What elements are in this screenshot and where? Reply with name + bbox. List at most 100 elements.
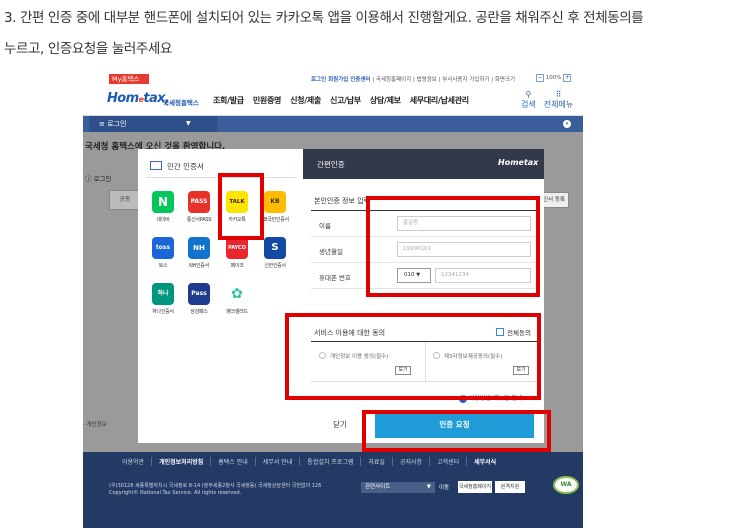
cert-panel-title: 민간 인증서 — [167, 162, 204, 171]
top-links-primary[interactable]: 로그인 회원가입 인증센터 — [311, 77, 371, 83]
shinhan-icon: S — [264, 237, 286, 259]
term-privacy[interactable]: 개인정보 이용 동의(필수) — [319, 352, 388, 360]
footer-link-hometax-guide[interactable]: 홈택스 안내 — [210, 457, 255, 466]
phone-prefix-select[interactable]: 010 ▼ — [397, 268, 431, 283]
top-links-secondary[interactable]: | 국세청홈페이지 | 법령정보 | 부서사용자 가입하기 | 화면크기 — [371, 77, 515, 83]
related-sites-label: 관련사이트 — [365, 484, 391, 490]
privacy-note: · 개인정보 — [83, 422, 107, 428]
divider — [146, 177, 296, 178]
agree-all-label: 전체동의 — [507, 329, 531, 337]
cert-app-naver[interactable]: N 네이버 — [146, 191, 180, 223]
logo-subtitle: 국세청홈택스 — [163, 99, 199, 107]
login-tab[interactable]: ≡ 로그인 ▼ — [89, 116, 217, 132]
name-row: 이름 홍길동 — [311, 211, 539, 237]
cert-app-kakaotalk[interactable]: TALK 카카오톡 — [220, 191, 254, 223]
toss-icon: toss — [152, 237, 174, 259]
phone-prefix-value: 010 — [404, 272, 415, 278]
menu-item-certificate[interactable]: 민원증명 — [253, 95, 282, 106]
logo-text-start: Hom — [107, 91, 139, 106]
footer-link-library[interactable]: 자료실 — [360, 457, 392, 466]
my-hometax-link[interactable]: My홈택스 — [109, 74, 149, 84]
main-nav: Hometax, 국세청홈택스 조회/발급 민원증명 신청/제출 신고/납부 상… — [83, 86, 583, 116]
radio-icon — [319, 352, 326, 359]
cert-app-hana[interactable]: 하나 하나인증서 — [146, 283, 180, 315]
cert-panel-header: 민간 인증서 — [150, 161, 204, 172]
name-input[interactable]: 홍길동 — [397, 216, 531, 231]
footer-link-taxoffice[interactable]: 세무서 안내 — [254, 457, 300, 466]
hana-icon: 하나 — [152, 283, 174, 305]
expand-icon[interactable]: ▾ — [563, 120, 571, 128]
go-button[interactable]: 이동 — [439, 483, 449, 491]
cert-app-payco[interactable]: PAYCO 페이코 — [220, 237, 254, 269]
menu-item-apply[interactable]: 신청/제출 — [290, 95, 321, 106]
close-button[interactable]: 닫기 — [313, 412, 367, 438]
naver-icon: N — [152, 191, 174, 213]
footer-link-terms[interactable]: 이용약관 — [115, 457, 151, 466]
payco-icon: PAYCO — [226, 237, 248, 259]
main-menu: 조회/발급 민원증명 신청/제출 신고/납부 상담/제보 세무대리/납세관리 — [213, 95, 469, 106]
cert-app-nh[interactable]: NH NH인증서 — [182, 237, 216, 269]
divider — [425, 342, 426, 382]
cert-app-label: 페이코 — [230, 263, 244, 269]
chevron-down-icon: ▼ — [416, 272, 421, 278]
footer-menu: 이용약관 개인정보처리방침 홈택스 안내 세무서 안내 통합설치 프로그램 자료… — [115, 457, 503, 466]
term-third-party-label: 제3자정보제공동의(필수) — [444, 354, 503, 360]
nh-icon: NH — [188, 237, 210, 259]
cert-app-shinhan[interactable]: S 신한인증서 — [258, 237, 292, 269]
top-links: 로그인 회원가입 인증센터 | 국세청홈페이지 | 법령정보 | 부서사용자 가… — [311, 75, 515, 83]
view-privacy-terms-button[interactable]: 보기 — [395, 366, 411, 375]
zoom-control: − 100% + — [536, 74, 572, 82]
birth-row: 생년월일 19900101 — [311, 237, 539, 263]
terms-list: 개인정보 이용 동의(필수) 보기 제3자정보제공동의(필수) 보기 — [311, 342, 539, 382]
agree-all-checkbox[interactable]: 전체동의 — [496, 327, 531, 337]
remote-support-button[interactable]: 원격지원 — [495, 481, 525, 493]
cert-app-label: 신한인증서 — [264, 263, 286, 269]
cert-app-kb[interactable]: KB KB국민인증서 — [258, 191, 292, 223]
footer: 이용약관 개인정보처리방침 홈택스 안내 세무서 안내 통합설치 프로그램 자료… — [83, 452, 583, 528]
search-button[interactable]: ⚲ 검색 — [521, 90, 536, 110]
cert-app-banksalad[interactable]: ✿ 뱅크샐러드 — [220, 283, 254, 315]
hometax-screenshot: My홈택스 로그인 회원가입 인증센터 | 국세청홈페이지 | 법령정보 | 부… — [83, 72, 583, 528]
cert-app-label: 삼성패스 — [190, 309, 208, 315]
banksalad-icon: ✿ — [226, 283, 248, 305]
radio-icon — [433, 352, 440, 359]
login-tab-label: ≡ 로그인 — [99, 120, 127, 128]
all-menu-button[interactable]: ⠿ 전체메뉴 — [544, 90, 573, 110]
hometax-top-bar: My홈택스 로그인 회원가입 인증센터 | 국세청홈페이지 | 법령정보 | 부… — [83, 72, 583, 86]
birth-input[interactable]: 19900101 — [397, 242, 531, 257]
term-third-party[interactable]: 제3자정보제공동의(필수) — [433, 352, 502, 360]
grid-menu-icon: ⠿ — [555, 90, 562, 99]
auth-request-button[interactable]: 인증 요청 — [375, 412, 534, 438]
menu-item-agent[interactable]: 세무대리/납세관리 — [410, 95, 469, 106]
menu-item-inquiry[interactable]: 조회/발급 — [213, 95, 244, 106]
help-icon: ? — [459, 395, 467, 403]
cert-app-pass[interactable]: PASS 통신사PASS — [182, 191, 216, 223]
hometax-logo[interactable]: Hometax, — [107, 91, 170, 106]
footer-copyright: Copyright© National Tax Service. All rig… — [109, 490, 242, 496]
phone-number-input[interactable]: 12341234 — [435, 268, 531, 283]
menu-item-consult[interactable]: 상담/제보 — [370, 95, 401, 106]
kb-icon: KB — [264, 191, 286, 213]
login-bar: ≡ 로그인 ▼ ▾ — [83, 116, 583, 132]
footer-link-forms[interactable]: 세무서식 — [466, 457, 503, 466]
cert-app-samsungpass[interactable]: Pass 삼성패스 — [182, 283, 216, 315]
nav-icons: ⚲ 검색 ⠿ 전체메뉴 — [521, 90, 573, 110]
footer-link-install[interactable]: 통합설치 프로그램 — [299, 457, 360, 466]
zoom-in-button[interactable]: + — [563, 74, 572, 82]
zoom-out-button[interactable]: − — [536, 74, 544, 82]
view-third-party-terms-button[interactable]: 보기 — [513, 366, 529, 375]
footer-link-support[interactable]: 고객센터 — [429, 457, 466, 466]
usage-manual-link[interactable]: ? 사용방법 매뉴얼 안내 — [459, 393, 523, 403]
related-sites-select[interactable]: 관련사이트 ▼ — [361, 482, 435, 493]
cert-app-toss[interactable]: toss 토스 — [146, 237, 180, 269]
cert-app-label: 네이버 — [156, 217, 170, 223]
pass-icon: PASS — [188, 191, 210, 213]
footer-link-privacy[interactable]: 개인정보처리방침 — [151, 457, 210, 466]
private-cert-panel: 민간 인증서 N 네이버 PASS 통신사PASS TALK 카카오톡 KB KB국민인… — [138, 149, 303, 443]
footer-link-notice[interactable]: 공지사항 — [391, 457, 429, 466]
simple-auth-modal: 간편인증 Hometax 본인인증 정보 입력 이름 홍길동 생년월일 1990… — [303, 149, 544, 443]
term-privacy-label: 개인정보 이용 동의(필수) — [330, 354, 389, 360]
menu-item-report[interactable]: 신고/납부 — [330, 95, 361, 106]
nts-homepage-button[interactable]: 국세청홈페이지 — [458, 481, 492, 493]
cert-app-label: 카카오톡 — [228, 217, 246, 223]
